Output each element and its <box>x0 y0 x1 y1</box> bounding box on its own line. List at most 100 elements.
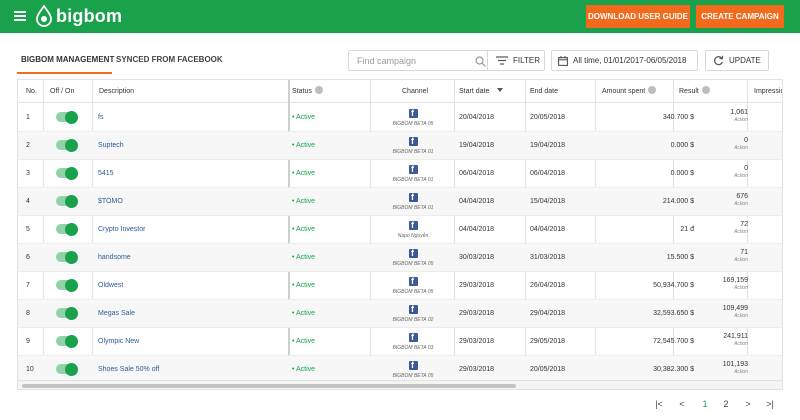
logo[interactable]: bigbom <box>35 4 122 28</box>
page-2-button[interactable]: 2 <box>719 399 733 409</box>
campaign-toggle[interactable] <box>56 110 78 124</box>
status-badge: • Active <box>292 142 316 149</box>
row-number: 1 <box>26 114 30 121</box>
page-1-button[interactable]: 1 <box>698 399 712 409</box>
table-row[interactable]: 5 Crypto Investor • Active Napo Nguyễn 04/04… <box>18 216 782 244</box>
channel-name: BIGBOM BETA 05 <box>392 261 434 267</box>
table-row[interactable]: 9 Olympic New • Active BIGBOM BETA 03 29/03/… <box>18 328 782 356</box>
download-user-guide-button[interactable]: DOWNLOAD USER GUIDE <box>586 5 690 28</box>
search-icon[interactable] <box>475 56 486 67</box>
table-row[interactable]: 6 handsome • Active BIGBOM BETA 05 30/03/201… <box>18 244 782 272</box>
channel-cell: BIGBOM BETA 01 <box>370 160 456 188</box>
amount-spent: 15.500 $ <box>666 254 694 261</box>
create-campaign-button[interactable]: CREATE CAMPAIGN <box>696 5 784 28</box>
campaign-toggle[interactable] <box>56 362 78 376</box>
info-icon[interactable] <box>648 86 657 94</box>
prev-page-button[interactable]: < <box>675 399 689 409</box>
facebook-icon <box>408 248 418 258</box>
table-row[interactable]: 4 $TOMO • Active BIGBOM BETA 01 04/04/2018 15… <box>18 188 782 216</box>
row-number: 5 <box>26 226 30 233</box>
table-row[interactable]: 1 fs • Active BIGBOM BETA 05 20/04/2018 20/05… <box>18 104 782 132</box>
top-app-bar: bigbom DOWNLOAD USER GUIDE CREATE CAMPAI… <box>0 0 800 33</box>
active-tab-indicator <box>17 72 112 74</box>
campaign-name-link[interactable]: Olympic New <box>98 328 139 356</box>
logo-drop-icon <box>36 5 52 27</box>
channel-name: BIGBOM BETA 05 <box>392 373 434 379</box>
result-value: 169,159 <box>722 277 748 284</box>
result-cell: 109,499 Action <box>704 300 748 328</box>
toggle-knob <box>65 222 78 236</box>
filter-icon <box>496 56 508 65</box>
row-number: 4 <box>26 198 30 205</box>
col-header-result[interactable]: Result <box>675 80 710 103</box>
sort-desc-icon[interactable] <box>497 88 504 92</box>
campaign-toggle[interactable] <box>56 194 78 208</box>
campaign-toggle[interactable] <box>56 306 78 320</box>
result-cell: 0 Action <box>704 160 748 188</box>
row-number: 8 <box>26 310 30 317</box>
status-badge: • Active <box>292 114 316 121</box>
toggle-knob <box>65 194 78 208</box>
toggle-knob <box>65 278 78 292</box>
info-icon[interactable] <box>314 86 323 94</box>
amount-spent: 0.000 $ <box>670 142 694 149</box>
next-page-button[interactable]: > <box>741 399 755 409</box>
start-date: 29/03/2018 <box>459 338 495 345</box>
campaign-name-link[interactable]: fs <box>98 104 103 132</box>
campaign-toggle[interactable] <box>56 138 78 152</box>
campaign-toggle[interactable] <box>56 334 78 348</box>
col-header-channel: Channel <box>402 88 429 95</box>
campaign-name-link[interactable]: Megas Sale <box>98 300 135 328</box>
result-value: 676 <box>736 193 748 200</box>
toolbar: BIGBOM MANAGEMENT SYNCED FROM FACEBOOK F… <box>17 44 783 78</box>
campaign-name-link[interactable]: $TOMO <box>98 188 123 216</box>
tab-synced-from-facebook[interactable]: SYNCED FROM FACEBOOK <box>116 55 223 64</box>
table-row[interactable]: 3 5415 • Active BIGBOM BETA 01 06/04/2018 06/… <box>18 160 782 188</box>
facebook-icon <box>408 136 418 146</box>
toggle-knob <box>65 362 78 376</box>
info-icon[interactable] <box>701 86 710 94</box>
channel-name: BIGBOM BETA 01 <box>392 149 434 155</box>
update-label: UPDATE <box>729 56 761 65</box>
search-input[interactable] <box>357 54 472 68</box>
campaign-name-link[interactable]: Oldwest <box>98 272 123 300</box>
filter-button[interactable]: FILTER <box>487 50 545 71</box>
campaign-name-link[interactable]: Crypto Investor <box>98 216 145 244</box>
first-page-button[interactable]: |< <box>652 399 666 409</box>
date-range-button[interactable]: All time, 01/01/2017-06/05/2018 <box>551 50 698 71</box>
campaign-toggle[interactable] <box>56 166 78 180</box>
col-header-status[interactable]: Status <box>288 80 323 103</box>
col-header-start-date[interactable]: Start date <box>455 80 504 103</box>
campaign-table: No. Off / On Description Status Channel … <box>17 79 783 390</box>
campaign-toggle[interactable] <box>56 278 78 292</box>
update-button[interactable]: UPDATE <box>705 50 769 71</box>
col-header-amount-spent[interactable]: Amount spent <box>598 80 657 103</box>
amount-spent: 72,545.700 $ <box>653 338 694 345</box>
result-cell: 1,061 Action <box>704 104 748 132</box>
tab-bigbom-management[interactable]: BIGBOM MANAGEMENT <box>21 55 114 64</box>
result-label: Action <box>734 313 748 319</box>
campaign-name-link[interactable]: handsome <box>98 244 131 272</box>
campaign-toggle[interactable] <box>56 222 78 236</box>
last-page-button[interactable]: >| <box>763 399 777 409</box>
campaign-toggle[interactable] <box>56 250 78 264</box>
channel-name: BIGBOM BETA 05 <box>392 289 434 295</box>
refresh-icon <box>714 55 724 66</box>
start-date: 20/04/2018 <box>459 114 495 121</box>
campaign-name-link[interactable]: Suptech <box>98 132 124 160</box>
scrollbar-thumb[interactable] <box>22 384 516 388</box>
table-row[interactable]: 8 Megas Sale • Active BIGBOM BETA 02 29/03/2… <box>18 300 782 328</box>
row-number: 2 <box>26 142 30 149</box>
col-header-toggle: Off / On <box>50 88 75 95</box>
table-row[interactable]: 2 Suptech • Active BIGBOM BETA 01 19/04/2018… <box>18 132 782 160</box>
menu-icon[interactable] <box>14 11 26 21</box>
result-cell: 72 Action <box>704 216 748 244</box>
status-badge: • Active <box>292 310 316 317</box>
result-label: Action <box>734 341 748 347</box>
table-row[interactable]: 7 Oldwest • Active BIGBOM BETA 05 29/03/2018… <box>18 272 782 300</box>
horizontal-scrollbar[interactable] <box>18 380 782 389</box>
facebook-icon <box>408 220 418 230</box>
campaign-name-link[interactable]: 5415 <box>98 160 114 188</box>
result-cell: 241,911 Action <box>704 328 748 356</box>
channel-cell: BIGBOM BETA 01 <box>370 132 456 160</box>
